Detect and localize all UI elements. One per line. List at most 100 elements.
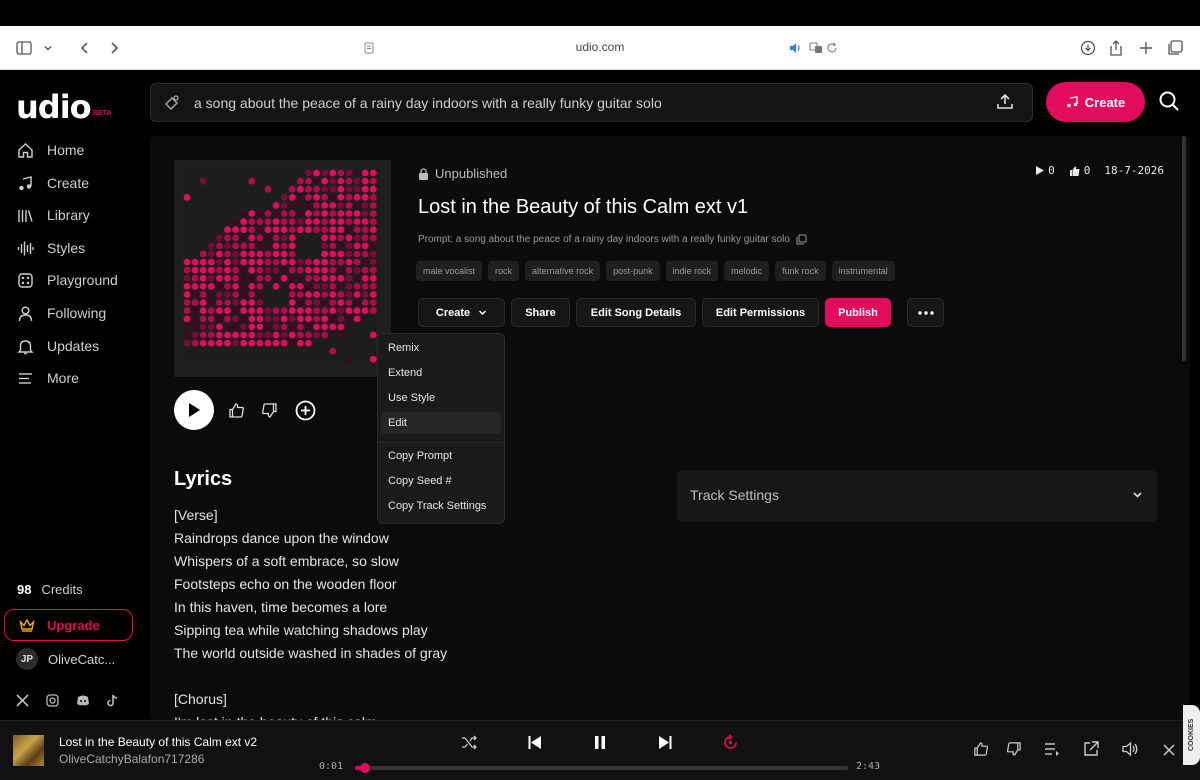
art-dot [256,218,264,225]
tag-chip[interactable]: melodic [724,261,770,281]
art-dot [353,274,361,282]
queue-icon[interactable] [1044,741,1060,757]
scrollbar[interactable] [1182,136,1186,361]
sidebar-item-home[interactable]: Home [17,139,84,161]
url-text[interactable]: udio.com [500,40,700,54]
art-dot [248,194,255,201]
now-playing-title[interactable]: Lost in the Beauty of this Calm ext v2 [59,735,257,749]
art-dot [272,339,280,347]
back-icon[interactable] [73,36,97,60]
sidebar-item-playground[interactable]: Playground [17,269,118,291]
user-profile[interactable]: JP OliveCatc... [16,648,115,670]
art-dot [345,315,353,323]
thumbs-up-icon[interactable] [973,741,989,757]
art-dot [362,340,369,347]
art-dot [232,242,239,250]
menu-item-copy-seed[interactable]: Copy Seed # [378,470,504,492]
repeat-icon[interactable] [722,734,739,751]
shuffle-icon[interactable] [461,735,478,750]
tag-chip[interactable]: alternative rock [525,261,601,281]
art-dot [337,185,345,193]
reader-icon[interactable] [357,36,381,60]
x-twitter-icon[interactable] [16,694,29,707]
tag-chip[interactable]: male vocalist [416,261,483,281]
menu-item-remix[interactable]: Remix [378,337,504,359]
art-dot [337,177,345,185]
art-dot [313,274,320,282]
upgrade-button[interactable]: Upgrade [4,609,133,641]
discord-icon[interactable] [76,694,90,707]
art-dot [329,242,337,250]
art-dot [224,178,231,185]
thumbs-up-icon[interactable] [228,402,245,419]
prompt-text[interactable]: a song about the peace of a rainy day in… [194,95,662,111]
art-dot [321,202,329,209]
art-dot [224,291,231,298]
pause-icon[interactable] [594,736,606,749]
art-dot [272,218,280,225]
previous-track-icon[interactable] [528,736,541,749]
menu-item-copy-track-settings[interactable]: Copy Track Settings [378,495,504,517]
cookies-tab[interactable]: COOKIES [1183,705,1200,765]
now-playing-artist[interactable]: OliveCatchyBalafon717286 [59,752,204,766]
create-button[interactable]: Create [1046,82,1145,122]
thumbs-down-icon[interactable] [1006,741,1022,757]
download-icon[interactable] [1076,36,1100,60]
menu-item-edit[interactable]: Edit [381,412,501,434]
reload-icon[interactable] [820,36,844,60]
menu-item-extend[interactable]: Extend [378,362,504,384]
menu-item-copy-prompt[interactable]: Copy Prompt [378,445,504,467]
art-dot [329,258,337,266]
tag-chip[interactable]: post-punk [606,261,660,281]
tag-chip[interactable]: funk rock [775,261,826,281]
track-settings-accordion[interactable]: Track Settings [677,470,1157,522]
tabs-overview-icon[interactable] [1163,36,1187,60]
menu-item-use-style[interactable]: Use Style [378,387,504,409]
play-button[interactable] [174,390,214,430]
forward-icon[interactable] [102,36,126,60]
sidebar-item-library[interactable]: Library [17,204,90,226]
progress-knob[interactable] [359,763,370,773]
volume-icon[interactable] [1122,741,1139,757]
sidebar-item-updates[interactable]: Updates [17,335,99,357]
sidebar-toggle-icon[interactable] [12,36,36,60]
tag-chip[interactable]: indie rock [665,261,719,281]
art-dot [191,258,199,266]
more-options-button[interactable] [907,298,944,327]
sidebar-item-styles[interactable]: Styles [17,237,85,259]
close-icon[interactable] [1163,744,1175,756]
share-icon[interactable] [1104,36,1128,60]
now-playing-thumbnail[interactable] [13,735,44,766]
edit-song-details-button[interactable]: Edit Song Details [576,298,696,327]
udio-logo[interactable]: udio [16,88,92,126]
search-icon[interactable] [1158,90,1180,117]
new-tab-icon[interactable] [1134,36,1158,60]
thumbs-down-icon[interactable] [261,402,278,419]
create-dropdown-menu: Remix Extend Use Style Edit Copy Prompt … [377,333,505,524]
prompt-input[interactable]: a song about the peace of a rainy day in… [150,83,1033,122]
art-dot [256,186,263,193]
art-dot [240,250,248,258]
share-button[interactable]: Share [511,298,570,327]
copy-icon[interactable] [796,234,807,245]
edit-permissions-button[interactable]: Edit Permissions [702,298,819,327]
add-circle-icon[interactable] [295,400,316,421]
tag-chip[interactable]: rock [488,261,520,281]
chevron-down-icon[interactable] [36,36,60,60]
tiktok-icon[interactable] [107,694,119,707]
publish-button[interactable]: Publish [825,298,891,327]
sidebar-item-more[interactable]: More [17,367,79,389]
art-dot [232,274,239,282]
art-dot [353,234,361,242]
create-menu-button[interactable]: Create [418,298,505,327]
upload-icon[interactable] [996,93,1014,116]
art-dot [329,299,337,306]
tag-chip[interactable]: instrumental [831,261,895,281]
art-dot [200,194,207,201]
progress-slider[interactable] [355,763,848,773]
instagram-icon[interactable] [46,694,59,707]
next-track-icon[interactable] [659,736,672,749]
sidebar-item-create[interactable]: Create [17,172,89,194]
sidebar-item-following[interactable]: Following [17,302,106,324]
open-external-icon[interactable] [1083,741,1099,757]
